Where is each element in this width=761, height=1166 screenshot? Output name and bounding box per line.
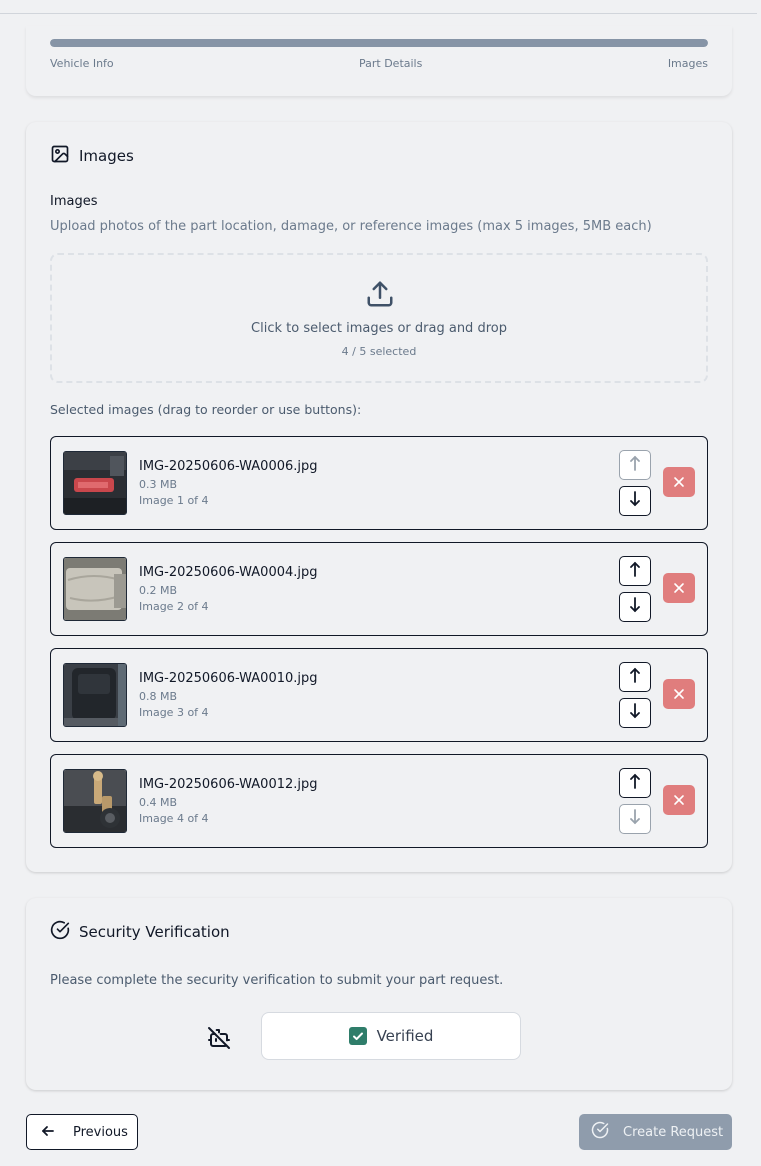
remove-image-button[interactable] bbox=[663, 679, 695, 709]
image-index: Image 1 of 4 bbox=[139, 494, 209, 507]
step-images: Images bbox=[667, 57, 708, 70]
security-description: Please complete the security verificatio… bbox=[50, 973, 504, 988]
images-section-header: Images bbox=[50, 144, 134, 168]
remove-image-button[interactable] bbox=[663, 785, 695, 815]
previous-button-label: Previous bbox=[73, 1124, 128, 1140]
image-thumbnail bbox=[63, 451, 127, 515]
close-icon bbox=[673, 791, 685, 810]
move-down-button[interactable] bbox=[619, 698, 651, 728]
create-request-label: Create Request bbox=[623, 1124, 724, 1140]
image-list-item[interactable]: IMG-20250606-WA0012.jpg 0.4 MB Image 4 o… bbox=[50, 754, 708, 848]
arrow-down-icon bbox=[628, 490, 642, 512]
arrow-up-icon bbox=[628, 666, 642, 688]
image-index: Image 2 of 4 bbox=[139, 600, 209, 613]
captcha-widget[interactable]: Verified bbox=[261, 1012, 521, 1060]
close-icon bbox=[673, 579, 685, 598]
security-section-title: Security Verification bbox=[79, 923, 230, 941]
progress-card: Vehicle Info Part Details Images bbox=[26, 26, 732, 96]
bot-off-icon bbox=[207, 1026, 231, 1054]
remove-image-button[interactable] bbox=[663, 573, 695, 603]
step-vehicle-info: Vehicle Info bbox=[50, 57, 114, 70]
image-size: 0.8 MB bbox=[139, 690, 178, 703]
images-section-title: Images bbox=[79, 147, 134, 165]
move-up-button[interactable] bbox=[619, 556, 651, 586]
images-field-description: Upload photos of the part location, dama… bbox=[50, 219, 652, 234]
create-request-button[interactable]: Create Request bbox=[579, 1114, 732, 1150]
captcha-status: Verified bbox=[376, 1027, 434, 1045]
selected-images-label: Selected images (drag to reorder or use … bbox=[50, 402, 362, 417]
move-up-button[interactable] bbox=[619, 450, 651, 480]
image-size: 0.3 MB bbox=[139, 478, 178, 491]
image-thumbnail bbox=[63, 557, 127, 621]
security-section-header: Security Verification bbox=[50, 920, 230, 944]
image-list-item[interactable]: IMG-20250606-WA0004.jpg 0.2 MB Image 2 o… bbox=[50, 542, 708, 636]
security-card: Security Verification Please complete th… bbox=[26, 898, 732, 1090]
captcha-checkbox[interactable] bbox=[348, 1027, 367, 1045]
arrow-up-icon bbox=[628, 772, 642, 794]
image-filename: IMG-20250606-WA0006.jpg bbox=[139, 459, 318, 474]
arrow-up-icon bbox=[628, 560, 642, 582]
image-filename: IMG-20250606-WA0012.jpg bbox=[139, 777, 318, 792]
move-down-button[interactable] bbox=[619, 486, 651, 516]
image-filename: IMG-20250606-WA0004.jpg bbox=[139, 565, 318, 580]
images-card: Images Images Upload photos of the part … bbox=[26, 122, 732, 872]
images-field-label: Images bbox=[50, 194, 98, 209]
arrow-up-icon bbox=[628, 454, 642, 476]
upload-icon bbox=[365, 279, 395, 313]
image-filename: IMG-20250606-WA0010.jpg bbox=[139, 671, 318, 686]
close-icon bbox=[673, 685, 685, 704]
top-header-bar bbox=[0, 0, 757, 14]
progress-fill bbox=[50, 39, 708, 47]
move-up-button[interactable] bbox=[619, 662, 651, 692]
check-circle-icon bbox=[50, 920, 70, 944]
remove-image-button[interactable] bbox=[663, 467, 695, 497]
image-thumbnail bbox=[63, 769, 127, 833]
previous-button[interactable]: Previous bbox=[26, 1114, 138, 1150]
image-list-item[interactable]: IMG-20250606-WA0006.jpg 0.3 MB Image 1 o… bbox=[50, 436, 708, 530]
move-up-button[interactable] bbox=[619, 768, 651, 798]
image-size: 0.4 MB bbox=[139, 796, 178, 809]
arrow-left-icon bbox=[41, 1123, 55, 1142]
image-dropzone[interactable]: Click to select images or drag and drop … bbox=[50, 253, 708, 383]
image-index: Image 3 of 4 bbox=[139, 706, 209, 719]
dropzone-text: Click to select images or drag and drop bbox=[251, 321, 507, 336]
progress-bar bbox=[50, 39, 708, 47]
image-list-item[interactable]: IMG-20250606-WA0010.jpg 0.8 MB Image 3 o… bbox=[50, 648, 708, 742]
image-size: 0.2 MB bbox=[139, 584, 178, 597]
image-icon bbox=[50, 144, 70, 168]
arrow-down-icon bbox=[628, 808, 642, 830]
check-circle-icon bbox=[591, 1121, 609, 1143]
image-index: Image 4 of 4 bbox=[139, 812, 209, 825]
close-icon bbox=[673, 473, 685, 492]
arrow-down-icon bbox=[628, 702, 642, 724]
move-down-button[interactable] bbox=[619, 592, 651, 622]
image-thumbnail bbox=[63, 663, 127, 727]
step-part-details: Part Details bbox=[359, 57, 423, 70]
dropzone-count: 4 / 5 selected bbox=[341, 345, 417, 358]
move-down-button[interactable] bbox=[619, 804, 651, 834]
arrow-down-icon bbox=[628, 596, 642, 618]
